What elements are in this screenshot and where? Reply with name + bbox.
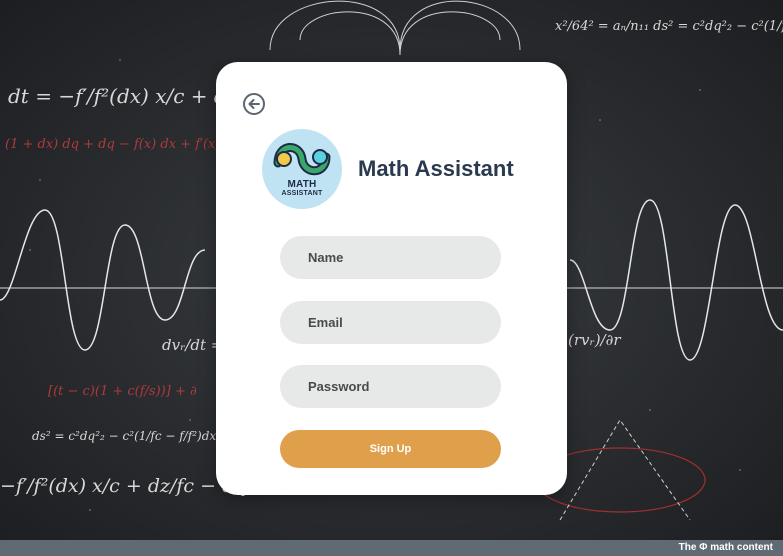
sign-up-button[interactable]: Sign Up bbox=[280, 430, 501, 468]
back-button[interactable] bbox=[242, 92, 266, 116]
svg-text:dvᵣ/dt =: dvᵣ/dt = bbox=[162, 336, 223, 354]
logo-text-assistant: ASSISTANT bbox=[281, 190, 323, 197]
app-title: Math Assistant bbox=[358, 156, 514, 181]
svg-text:x²/64² = aₙ/n₁₁ ds² = c²dq²₂: x²/64² = aₙ/n₁₁ ds² = c²dq²₂ − c²(1/fc −… bbox=[555, 19, 783, 34]
app-logo: MATH ASSISTANT bbox=[262, 129, 342, 209]
footer-caption: The Φ math content bbox=[678, 542, 773, 553]
back-arrow-circle-icon bbox=[243, 93, 265, 115]
svg-text:ds² = c²dq²₂ − c²(1/fc − f/f²): ds² = c²dq²₂ − c²(1/fc − f/f²)dx bbox=[32, 429, 216, 443]
signup-card: MATH ASSISTANT Math Assistant Sign Up bbox=[216, 62, 567, 495]
svg-text:[(t − c)(1 + c(f/s))] + ∂: [(t − c)(1 + c(f/s))] + ∂ bbox=[48, 384, 197, 399]
password-input[interactable] bbox=[280, 365, 501, 408]
math-logo-icon bbox=[273, 143, 331, 176]
svg-text:(rvᵣ)/∂r: (rvᵣ)/∂r bbox=[568, 331, 621, 349]
name-input[interactable] bbox=[280, 236, 501, 279]
footer-bar: The Φ math content bbox=[0, 540, 783, 556]
svg-text:(1 + dx) dq + dq − f(x) dx + f: (1 + dx) dq + dq − f(x) dx + f′(x) bbox=[5, 137, 220, 152]
logo-text-math: MATH bbox=[287, 179, 317, 190]
email-input[interactable] bbox=[280, 301, 501, 344]
